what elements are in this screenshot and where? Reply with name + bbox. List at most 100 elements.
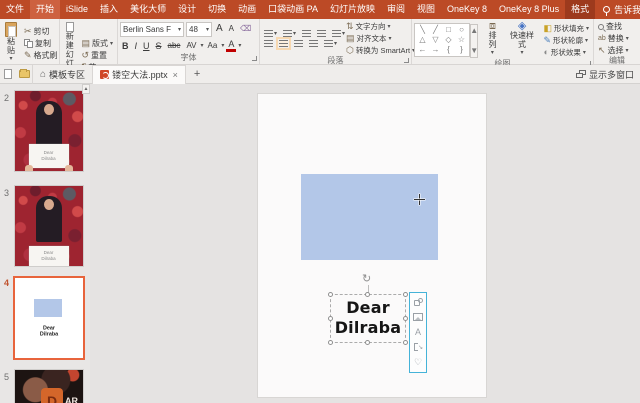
open-folder-button[interactable] — [16, 67, 32, 82]
change-case-button[interactable]: Aa — [206, 39, 220, 53]
tab-islide[interactable]: iSlide — [60, 0, 94, 19]
tab-template-zone[interactable]: ⌂ 模板专区 — [32, 65, 92, 84]
tab-format[interactable]: 格式 — [565, 0, 595, 19]
tab-onekey8[interactable]: OneKey 8 — [441, 0, 493, 19]
tab-view[interactable]: 视图 — [411, 0, 441, 19]
shape-glyph[interactable]: ← — [416, 45, 429, 55]
slide-thumbnail-3[interactable]: Dear Dilraba — [15, 186, 83, 266]
shape-gallery[interactable]: ╲ ╱ □ ○ △ ▽ ◇ ☆ ← → { } ▲▼ — [414, 23, 470, 57]
font-color-button[interactable]: A — [226, 39, 236, 52]
slide-thumbnail-2[interactable]: Dear Dilraba — [15, 91, 83, 171]
italic-button[interactable]: I — [133, 39, 140, 53]
shape-glyph[interactable]: ☆ — [455, 35, 468, 45]
gallery-up-icon[interactable]: ▲ — [468, 26, 481, 36]
shape-fill-button[interactable]: ◧形状填充▾ — [541, 23, 591, 34]
shape-glyph[interactable]: } — [455, 45, 468, 55]
shrink-font-button[interactable]: A — [227, 22, 236, 36]
blue-rectangle-shape[interactable] — [301, 174, 438, 260]
shape-glyph[interactable]: ◇ — [442, 35, 455, 45]
shape-glyph[interactable]: { — [442, 45, 455, 55]
quick-insert-toolbar[interactable]: A ♡ — [409, 292, 427, 373]
shape-glyph[interactable]: ▽ — [429, 35, 442, 45]
shape-glyph[interactable]: → — [429, 45, 442, 55]
tab-meihua[interactable]: 美化大师 — [124, 0, 172, 19]
tab-file[interactable]: 文件 — [0, 0, 30, 19]
shapes-icon[interactable] — [414, 298, 423, 307]
align-left-button[interactable] — [262, 39, 275, 48]
bold-button[interactable]: B — [120, 39, 131, 53]
tell-me-box[interactable]: 告诉我你想要做什么 — [595, 0, 640, 19]
convert-smartart-button[interactable]: ⬡转换为 SmartArt▾ — [344, 45, 410, 56]
shape-glyph[interactable]: ○ — [455, 25, 468, 35]
cut-button[interactable]: ✂剪切 — [22, 26, 60, 37]
select-button[interactable]: ↖选择▾ — [596, 45, 631, 56]
tab-animations[interactable]: 动画 — [232, 0, 262, 19]
thumbnail-scrollbar[interactable]: ▲ — [82, 84, 90, 403]
resize-handle-sw[interactable] — [328, 340, 333, 345]
dialog-launcher-icon[interactable] — [252, 56, 257, 61]
heart-icon[interactable]: ♡ — [414, 357, 422, 367]
resize-handle-s[interactable] — [365, 340, 370, 345]
gallery-scrollbar[interactable]: ▲▼ — [470, 24, 478, 58]
tab-review[interactable]: 审阅 — [381, 0, 411, 19]
bullets-button[interactable]: ▾ — [262, 29, 279, 38]
align-text-button[interactable]: ▤对齐文本▾ — [344, 33, 410, 44]
text-icon[interactable]: A — [415, 327, 421, 337]
action-icon[interactable] — [414, 343, 422, 351]
character-spacing-button[interactable]: AV — [184, 39, 198, 53]
grow-font-button[interactable]: A — [214, 22, 225, 36]
font-size-combo[interactable]: 48▾ — [186, 22, 212, 37]
resize-handle-se[interactable] — [403, 340, 408, 345]
slide-thumbnail-5[interactable]: D AR — [15, 370, 83, 403]
slide-editing-surface[interactable]: ↻ Dear Dilraba — [258, 94, 486, 397]
resize-handle-n[interactable] — [365, 292, 370, 297]
format-painter-button[interactable]: ✎格式刷 — [22, 50, 60, 61]
increase-indent-button[interactable] — [315, 29, 328, 38]
scroll-up-button[interactable]: ▲ — [82, 84, 90, 94]
copy-button[interactable]: 复制 — [22, 38, 60, 49]
slide-title-text[interactable]: Dear Dilraba — [331, 298, 405, 338]
font-name-combo[interactable]: Berlin Sans F▾ — [120, 22, 184, 37]
replace-button[interactable]: ab替换▾ — [596, 33, 631, 44]
clear-formatting-button[interactable]: ⌫ — [238, 22, 253, 36]
shadow-button[interactable]: S — [154, 39, 164, 53]
resize-handle-e[interactable] — [403, 316, 408, 321]
shape-glyph[interactable]: △ — [416, 35, 429, 45]
layout-button[interactable]: ▤版式▾ — [79, 38, 115, 49]
shape-effects-button[interactable]: ◐形状效果▾ — [541, 47, 591, 58]
justify-button[interactable] — [307, 39, 320, 48]
new-document-button[interactable] — [0, 67, 16, 82]
shape-glyph[interactable]: ╲ — [416, 25, 429, 35]
tab-document[interactable]: 镂空大法.pptx × — [92, 65, 186, 84]
shape-glyph[interactable]: □ — [442, 25, 455, 35]
tab-onekey8plus[interactable]: OneKey 8 Plus — [493, 0, 565, 19]
underline-button[interactable]: U — [141, 39, 152, 53]
slide-thumbnail-4-selected[interactable]: Dear Dilraba — [15, 278, 83, 358]
tab-slideshow[interactable]: 幻灯片放映 — [324, 0, 381, 19]
resize-handle-ne[interactable] — [403, 292, 408, 297]
image-icon[interactable] — [413, 313, 423, 321]
tab-pocket-animation[interactable]: 口袋动画 PA — [262, 0, 324, 19]
tab-insert[interactable]: 插入 — [94, 0, 124, 19]
new-tab-button[interactable]: + — [186, 68, 208, 80]
shape-outline-button[interactable]: ✎形状轮廓▾ — [541, 35, 591, 46]
tab-home[interactable]: 开始 — [30, 0, 60, 19]
tab-design[interactable]: 设计 — [172, 0, 202, 19]
decrease-indent-button[interactable] — [300, 29, 313, 38]
dialog-launcher-icon[interactable] — [404, 58, 409, 63]
tab-transitions[interactable]: 切换 — [202, 0, 232, 19]
find-button[interactable]: 查找 — [596, 21, 631, 32]
resize-handle-w[interactable] — [328, 316, 333, 321]
numbering-button[interactable]: ▾ — [281, 29, 298, 38]
reset-button[interactable]: ↺重置 — [79, 50, 115, 61]
shape-glyph[interactable]: ╱ — [429, 25, 442, 35]
rotate-handle-icon[interactable]: ↻ — [362, 272, 371, 285]
selected-text-box[interactable]: Dear Dilraba — [330, 294, 406, 343]
arrange-button[interactable]: ⧈ 排列▾ — [482, 21, 502, 59]
columns-button[interactable]: ▾ — [322, 39, 339, 48]
show-windows-button[interactable]: 显示多窗口 — [576, 68, 640, 81]
align-right-button[interactable] — [292, 39, 305, 48]
gallery-down-icon[interactable]: ▼ — [468, 46, 481, 56]
close-icon[interactable]: × — [171, 70, 178, 80]
quick-styles-button[interactable]: ◈ 快速样式▾ — [505, 21, 540, 59]
